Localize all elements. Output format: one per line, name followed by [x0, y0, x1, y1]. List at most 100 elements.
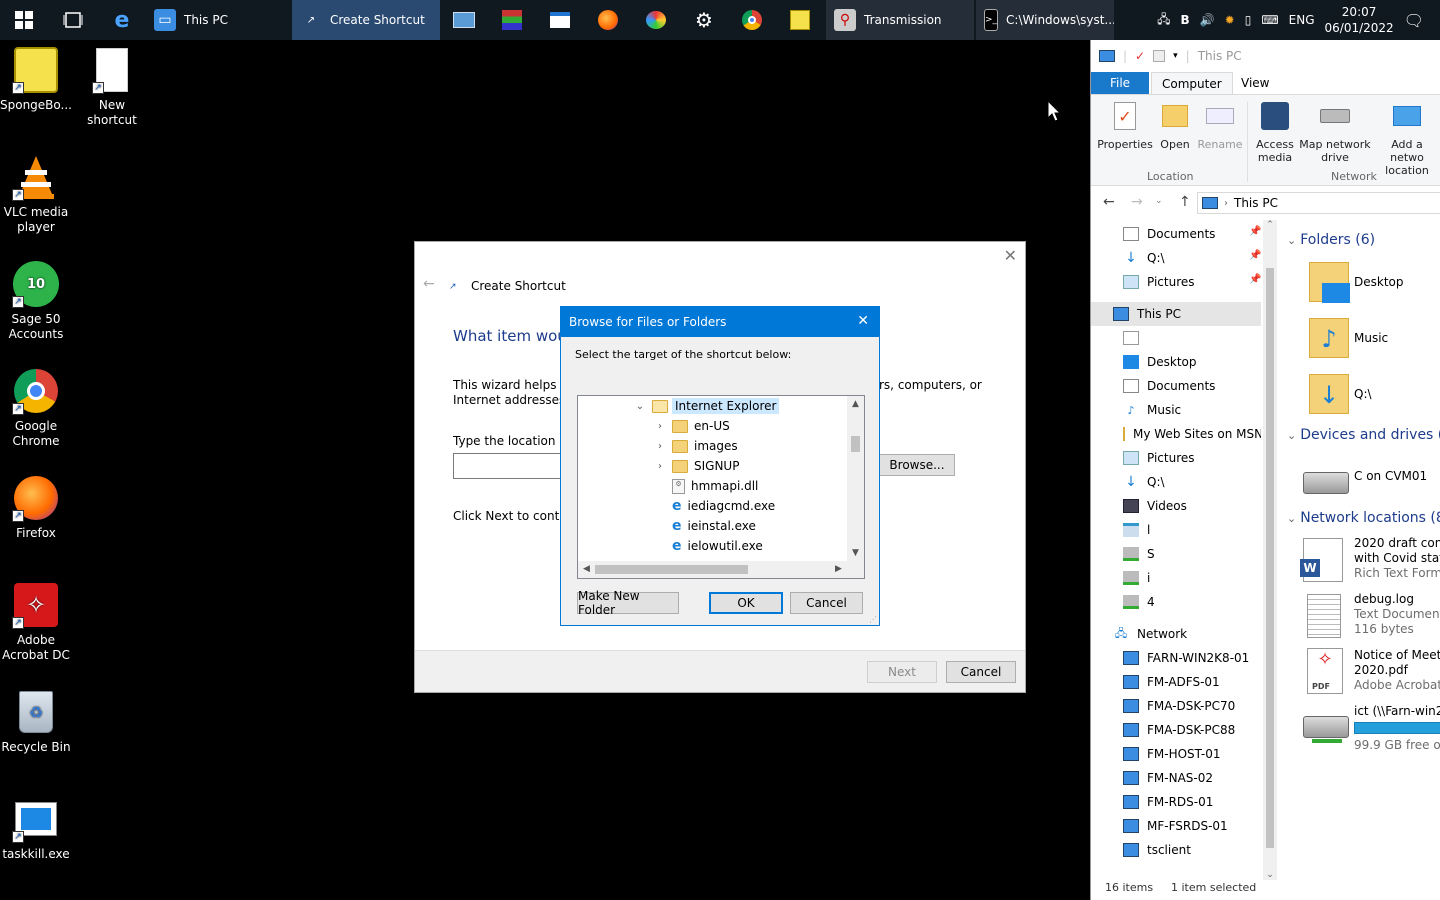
nav-item-drive-i[interactable]: i [1091, 566, 1261, 590]
nav-scrollbar[interactable]: ⌃ ⌄ [1263, 220, 1277, 880]
nav-item-pc-pictures[interactable]: Pictures [1091, 446, 1261, 470]
chevron-down-icon[interactable]: ⌄ [1155, 196, 1163, 206]
scroll-thumb[interactable] [595, 565, 748, 574]
make-new-folder-button[interactable]: Make New Folder [577, 589, 679, 617]
nav-item-pc-documents[interactable]: Documents [1091, 374, 1261, 398]
wizard-cancel-button[interactable]: Cancel [946, 661, 1016, 683]
tree-item-signup[interactable]: › SIGNUP [654, 456, 739, 476]
desktop-icon-acrobat[interactable]: ✧ ↗ Adobe Acrobat DC [0, 581, 72, 663]
desktop-icon-recycle-bin[interactable]: ♻ Recycle Bin [0, 688, 72, 755]
browse-cancel-button[interactable]: Cancel [790, 592, 863, 614]
network-tray-icon[interactable]: 🖧 [1157, 10, 1170, 31]
close-icon[interactable]: ✕ [857, 313, 869, 329]
tree-item-internet-explorer[interactable]: ⌄ Internet Explorer [634, 396, 844, 416]
nav-item-blank[interactable] [1091, 326, 1261, 350]
tree-item-ielowutil[interactable]: e ielowutil.exe [672, 536, 763, 556]
desktop-icon-new-shortcut[interactable]: ↗ New shortcut [76, 46, 148, 128]
desktop-icon-taskkill[interactable]: ↗ taskkill.exe [0, 795, 72, 862]
control-panel-icon[interactable] [440, 0, 488, 40]
access-media-button[interactable]: Access media [1251, 100, 1299, 164]
desktop-icon-firefox[interactable]: ↗ Firefox [0, 474, 72, 541]
desktop-icon-sage[interactable]: 10 ↗ Sage 50 Accounts [0, 260, 72, 342]
folder-tree[interactable]: ⌄ Internet Explorer › en-US › images › S… [577, 395, 865, 579]
folder-q-drive-label[interactable]: Q:\ [1354, 387, 1372, 402]
chevron-down-icon[interactable]: ▾ [1173, 51, 1178, 61]
tab-computer[interactable]: Computer [1151, 72, 1233, 94]
desktop-icon-vlc[interactable]: ↗ VLC media player [0, 153, 72, 235]
folder-music-label[interactable]: Music [1354, 331, 1388, 346]
tree-item-hmmapi[interactable]: ⚙ hmmapi.dll [672, 476, 758, 496]
devices-section-header[interactable]: ⌄ Devices and drives (2 [1287, 427, 1440, 443]
edge-icon[interactable]: e [98, 0, 146, 40]
taskbar-this-pc[interactable]: ▭ This PC [146, 0, 292, 40]
language-indicator[interactable]: ENG [1289, 13, 1315, 27]
chevron-down-icon[interactable]: ▼ [847, 545, 864, 562]
nav-item-net-6[interactable]: FM-RDS-01 [1091, 790, 1261, 814]
keyboard-icon[interactable]: ⌨ [1261, 13, 1278, 27]
desktop-icon-spongebob[interactable]: ↗ SpongeBo... [0, 46, 72, 113]
tree-item-iediagcmd[interactable]: e iediagcmd.exe [672, 496, 775, 516]
taskbar-cmd[interactable]: >_ C:\Windows\syst... [976, 0, 1114, 40]
net-item-debug-log[interactable]: debug.log Text Document 116 bytes [1354, 592, 1440, 637]
nav-item-my-web-sites[interactable]: My Web Sites on MSN [1091, 422, 1261, 446]
nav-item-pictures[interactable]: Pictures [1091, 270, 1261, 294]
spongebob-icon[interactable] [776, 0, 824, 40]
address-bar[interactable]: › This PC [1197, 192, 1440, 214]
chrome-icon[interactable] [728, 0, 776, 40]
nav-item-network[interactable]: 🖧 Network [1091, 622, 1261, 646]
folders-section-header[interactable]: ⌄ Folders (6) [1287, 232, 1375, 248]
folder-desktop-label[interactable]: Desktop [1354, 275, 1404, 290]
properties-quick-icon[interactable]: ✓ [1135, 49, 1145, 63]
chevron-down-icon[interactable]: ⌄ [1263, 870, 1277, 880]
chevron-right-icon[interactable]: › [654, 421, 666, 432]
nav-item-net-5[interactable]: FM-NAS-02 [1091, 766, 1261, 790]
forward-arrow-icon[interactable]: → [1131, 194, 1143, 210]
volume-icon[interactable]: 🔊 [1200, 13, 1215, 27]
winrar-icon[interactable] [488, 0, 536, 40]
nav-item-drive-l[interactable]: l [1091, 518, 1261, 542]
properties-button[interactable]: ✓ Properties [1097, 100, 1153, 151]
next-button[interactable]: Next [867, 661, 937, 683]
horizontal-scrollbar[interactable]: ◀ ▶ [578, 561, 864, 578]
pin-icon[interactable]: 📌 [1249, 250, 1261, 261]
sun-tray-icon[interactable]: ✹ [1225, 13, 1235, 27]
nav-item-drive-4[interactable]: 4 [1091, 590, 1261, 614]
nav-item-net-0[interactable]: FARN-WIN2K8-01 [1091, 646, 1261, 670]
paint-icon[interactable] [632, 0, 680, 40]
add-network-location-button[interactable]: Add a netwo location [1373, 100, 1440, 177]
nav-item-desktop[interactable]: Desktop [1091, 350, 1261, 374]
tree-item-en-us[interactable]: › en-US [654, 416, 730, 436]
nav-item-this-pc[interactable]: This PC [1091, 302, 1261, 326]
taskbar-create-shortcut[interactable]: ↗ Create Shortcut [292, 0, 440, 40]
nav-item-net-3[interactable]: FMA-DSK-PC88 [1091, 718, 1261, 742]
network-locations-header[interactable]: ⌄ Network locations (8 [1287, 510, 1440, 526]
scroll-thumb[interactable] [851, 436, 860, 452]
nav-item-documents[interactable]: Documents [1091, 222, 1261, 246]
up-arrow-icon[interactable]: ↑ [1179, 194, 1191, 210]
nav-item-videos[interactable]: Videos [1091, 494, 1261, 518]
nav-item-drive-s[interactable]: S [1091, 542, 1261, 566]
chevron-down-icon[interactable]: ⌄ [634, 401, 646, 412]
back-arrow-icon[interactable]: ← [1103, 194, 1115, 210]
chevron-up-icon[interactable]: ⌃ [1263, 220, 1277, 230]
chevron-up-icon[interactable]: ▲ [847, 396, 864, 413]
firefox-icon[interactable] [584, 0, 632, 40]
tab-file[interactable]: File [1091, 72, 1149, 94]
map-network-drive-button[interactable]: Map network drive [1299, 100, 1371, 164]
pin-icon[interactable]: 📌 [1249, 226, 1261, 237]
chevron-left-icon[interactable]: ◀ [578, 561, 595, 578]
chevron-right-icon[interactable]: ▶ [830, 561, 847, 578]
chevron-right-icon[interactable]: › [654, 441, 666, 452]
nav-item-net-4[interactable]: FM-HOST-01 [1091, 742, 1261, 766]
nav-item-net-2[interactable]: FMA-DSK-PC70 [1091, 694, 1261, 718]
location-input[interactable] [453, 453, 563, 479]
tab-view[interactable]: View [1231, 72, 1279, 94]
ok-button[interactable]: OK [709, 592, 783, 614]
new-folder-quick-icon[interactable] [1153, 50, 1166, 62]
rename-button[interactable]: Rename [1197, 100, 1243, 151]
nav-item-net-8[interactable]: tsclient [1091, 838, 1261, 862]
clock[interactable]: 20:07 06/01/2022 [1325, 4, 1394, 36]
scroll-thumb[interactable] [1266, 268, 1274, 848]
net-item-draft[interactable]: 2020 draft conso with Covid stater Rich … [1354, 536, 1440, 581]
nav-item-music[interactable]: ♪ Music [1091, 398, 1261, 422]
